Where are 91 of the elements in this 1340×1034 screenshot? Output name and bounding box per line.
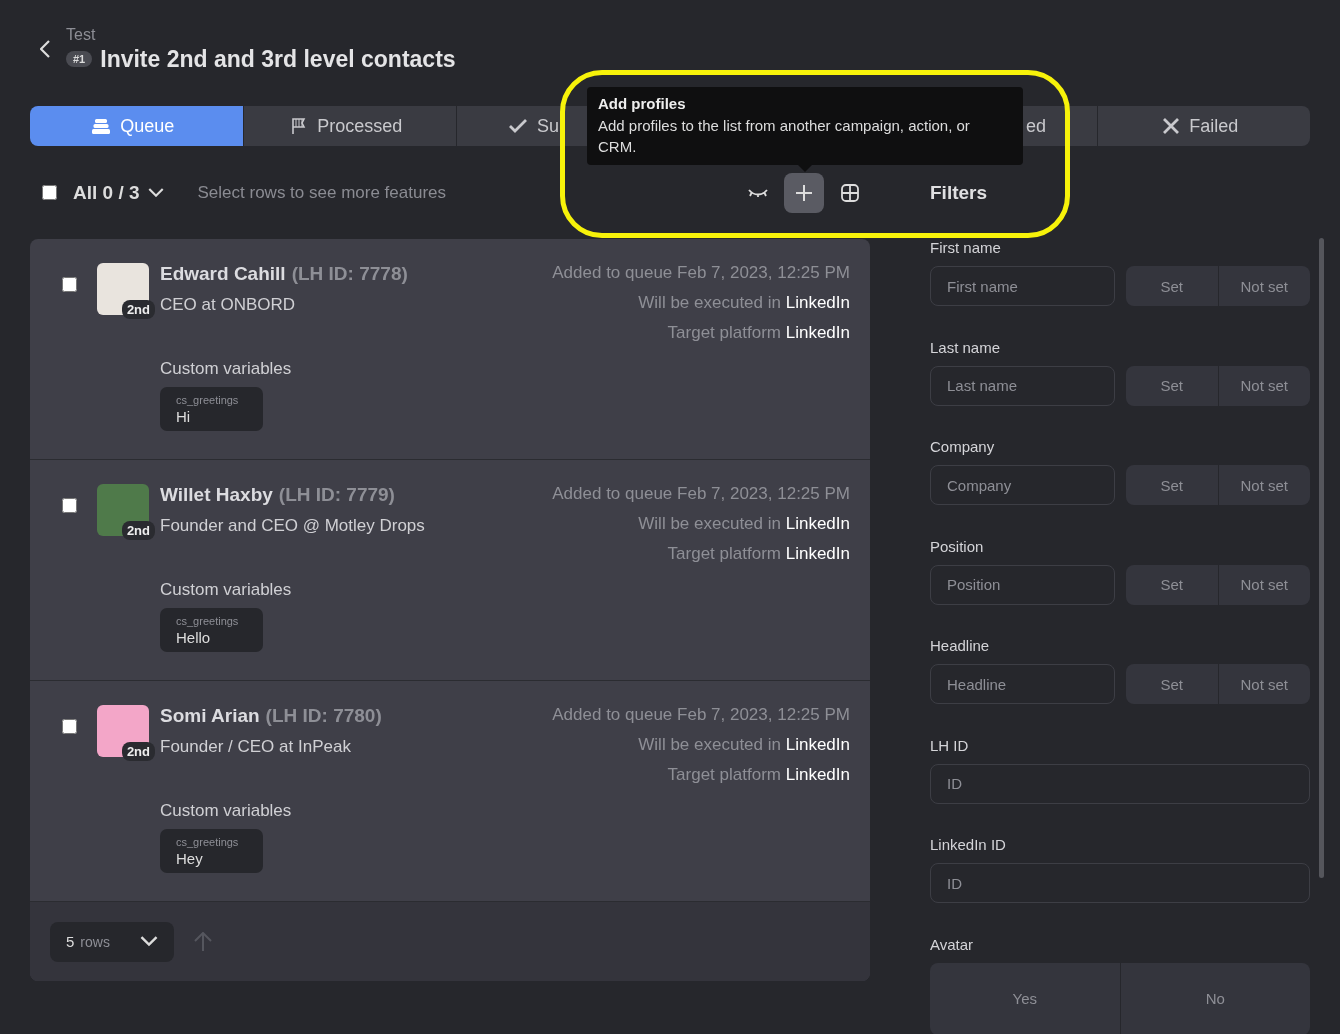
- degree-badge: 2nd: [121, 300, 155, 319]
- filter-input[interactable]: ID: [930, 863, 1310, 903]
- filter-option-button[interactable]: Not set: [1218, 365, 1310, 406]
- tab[interactable]: Processed: [243, 106, 456, 146]
- filter-option-button[interactable]: Not set: [1218, 664, 1310, 704]
- stack-icon: [92, 117, 111, 135]
- filter-label: Avatar: [930, 935, 975, 953]
- filter-option-button[interactable]: Not set: [1218, 465, 1310, 505]
- filter-option-button[interactable]: Set: [1126, 664, 1218, 704]
- plus-icon: [795, 183, 813, 202]
- tab[interactable]: Failed: [1097, 106, 1310, 146]
- page-title: Invite 2nd and 3rd level contacts: [100, 45, 456, 73]
- custom-variables-label: Custom variables: [160, 359, 293, 379]
- filter-input[interactable]: ID: [930, 763, 1310, 804]
- filter-option-button[interactable]: Not set: [1218, 266, 1310, 306]
- target-platform: Target platform LinkedIn: [667, 544, 850, 564]
- filter-input[interactable]: Position: [930, 564, 1115, 605]
- filter-option-button[interactable]: Yes: [930, 962, 1120, 1034]
- check-icon: [509, 118, 527, 134]
- filter-label: LH ID: [930, 736, 970, 754]
- scrollbar[interactable]: [1319, 238, 1324, 878]
- filter-label: Position: [930, 537, 985, 555]
- photo-placeholder: [97, 705, 149, 757]
- added-date: Added to queue Feb 7, 2023, 12:25 PM: [552, 705, 850, 725]
- close-icon: [1163, 118, 1180, 134]
- filter-input[interactable]: Company: [930, 465, 1115, 505]
- filter-option-button[interactable]: Set: [1126, 266, 1218, 306]
- lh-id: (LH ID: 7778): [291, 263, 408, 285]
- platform-link[interactable]: LinkedIn: [785, 765, 850, 784]
- filter-option-button[interactable]: Set: [1126, 564, 1218, 605]
- variable-key: cs_greetings: [176, 394, 247, 406]
- degree-badge: 2nd: [121, 521, 155, 540]
- filter-input[interactable]: Last name: [930, 365, 1115, 406]
- filter-label: Last name: [930, 338, 1002, 356]
- lh-id: (LH ID: 7779): [278, 484, 395, 506]
- custom-variables-label: Custom variables: [160, 580, 293, 600]
- back-icon: [40, 40, 50, 58]
- execution-platform: Will be executed in LinkedIn: [638, 293, 850, 313]
- selection-dropdown[interactable]: All 0 / 3: [71, 181, 164, 204]
- variable-value: Hi: [176, 408, 192, 425]
- target-platform: Target platform LinkedIn: [667, 323, 850, 343]
- platform-link[interactable]: LinkedIn: [785, 514, 850, 533]
- variable-key: cs_greetings: [176, 836, 247, 848]
- back-button[interactable]: [40, 40, 50, 58]
- photo-placeholder: [97, 263, 149, 315]
- added-date: Added to queue Feb 7, 2023, 12:25 PM: [552, 263, 850, 283]
- rows-per-page-select[interactable]: 5 rows: [50, 921, 174, 962]
- profile-name[interactable]: Edward Cahill: [160, 263, 286, 285]
- filter-label: Headline: [930, 637, 991, 654]
- filter-label: Company: [930, 438, 996, 455]
- filter-option-button[interactable]: Set: [1126, 365, 1218, 406]
- profile-name[interactable]: Willet Haxby: [160, 484, 273, 506]
- variable-key: cs_greetings: [176, 615, 247, 627]
- target-platform: Target platform LinkedIn: [667, 765, 850, 785]
- profile-headline: Founder / CEO at InPeak: [160, 737, 352, 757]
- profile-headline: CEO at ONBORD: [160, 295, 297, 315]
- lh-id: (LH ID: 7780): [265, 705, 382, 727]
- profile-name[interactable]: Somi Arian: [160, 705, 260, 727]
- chevron-down-icon: [140, 936, 158, 947]
- filter-input[interactable]: Headline: [930, 664, 1115, 704]
- row-checkbox[interactable]: [62, 719, 77, 734]
- filter-option-button[interactable]: Not set: [1218, 564, 1310, 605]
- platform-link[interactable]: LinkedIn: [785, 544, 850, 563]
- filter-label: First name: [930, 239, 1002, 256]
- filter-input[interactable]: First name: [930, 266, 1115, 306]
- profile-headline: Founder and CEO @ Motley Drops: [160, 516, 426, 536]
- campaign-name: Test: [66, 25, 97, 44]
- select-all-checkbox[interactable]: [42, 185, 57, 200]
- platform-link[interactable]: LinkedIn: [785, 293, 850, 312]
- row-checkbox[interactable]: [62, 498, 77, 513]
- execution-platform: Will be executed in LinkedIn: [638, 735, 850, 755]
- selection-hint: Select rows to see more features: [197, 182, 447, 203]
- custom-variables-label: Custom variables: [160, 801, 293, 821]
- photo-placeholder: [97, 484, 149, 536]
- filter-option-button[interactable]: No: [1120, 962, 1310, 1034]
- flag-icon: [291, 117, 308, 135]
- action-number-badge: #1: [66, 51, 93, 67]
- add-profiles-button[interactable]: [784, 172, 824, 213]
- row-checkbox[interactable]: [62, 277, 77, 292]
- grid-icon: [841, 183, 859, 202]
- variable-value: Hello: [176, 629, 212, 646]
- filter-option-button[interactable]: Set: [1126, 465, 1218, 505]
- chevron-down-icon: [147, 187, 164, 198]
- filters-title: Filters: [930, 181, 988, 204]
- platform-link[interactable]: LinkedIn: [785, 735, 850, 754]
- variable-value: Hey: [176, 850, 204, 867]
- filter-label: LinkedIn ID: [930, 836, 1007, 853]
- platform-link[interactable]: LinkedIn: [785, 323, 850, 342]
- degree-badge: 2nd: [121, 742, 155, 761]
- added-date: Added to queue Feb 7, 2023, 12:25 PM: [552, 484, 850, 504]
- execution-platform: Will be executed in LinkedIn: [638, 514, 850, 534]
